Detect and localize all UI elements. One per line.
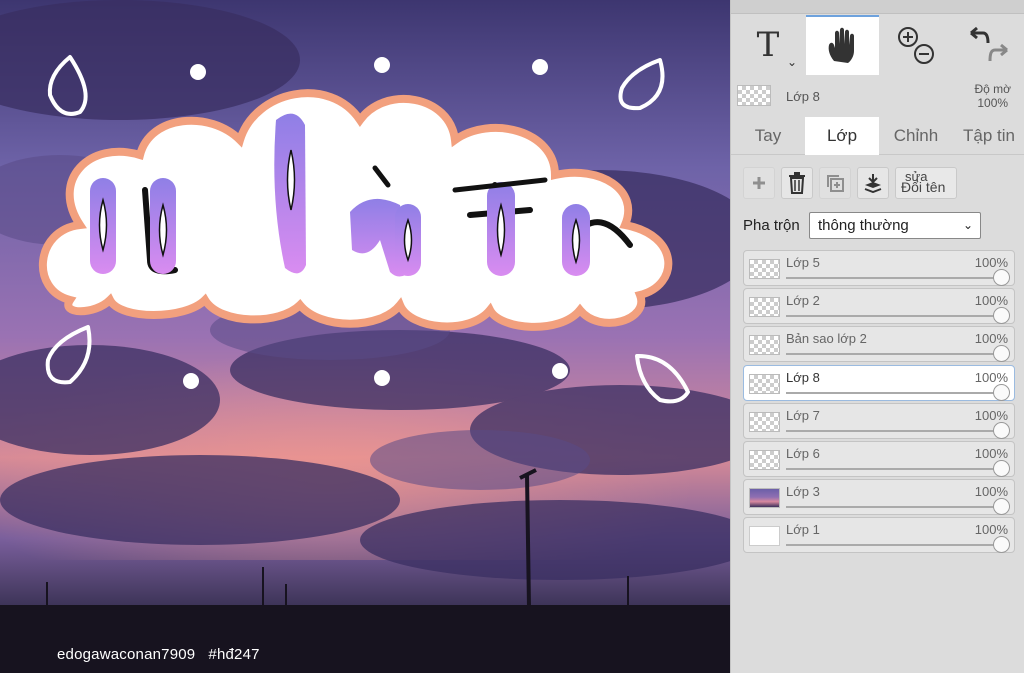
duplicate-layer-button[interactable] bbox=[819, 167, 851, 199]
undo-redo-icon bbox=[970, 26, 1008, 62]
opacity-slider-track[interactable] bbox=[786, 506, 1002, 509]
tab-layer[interactable]: Lớp bbox=[805, 117, 879, 155]
layer-opacity: 100% bbox=[974, 522, 1008, 538]
layer-item-lop-2[interactable]: Lớp 2 100% bbox=[743, 288, 1015, 325]
opacity-slider-track[interactable] bbox=[786, 277, 1002, 279]
layer-name: Lớp 1 bbox=[786, 522, 820, 538]
opacity-slider-track[interactable] bbox=[786, 544, 1002, 547]
layer-item-lop-5[interactable]: Lớp 5 100% bbox=[743, 250, 1015, 286]
current-layer-info: Lớp 8 Độ mờ 100% bbox=[731, 76, 1024, 116]
undo-redo-button[interactable] bbox=[953, 15, 1024, 75]
layer-name: Lớp 6 bbox=[786, 445, 820, 461]
tool-bar: T ⌄ bbox=[731, 15, 1024, 75]
merge-down-button[interactable] bbox=[857, 167, 889, 199]
blend-mode-row: Pha trộn thông thường ⌄ bbox=[743, 212, 1013, 240]
opacity-label: Độ mờ bbox=[974, 82, 1011, 96]
panel-top-strip bbox=[731, 0, 1024, 14]
layer-item-lop-7[interactable]: Lớp 7 100% bbox=[743, 402, 1015, 439]
layer-name: Bản sao lớp 2 bbox=[786, 331, 867, 347]
layer-opacity: 100% bbox=[974, 445, 1008, 461]
layer-opacity: 100% bbox=[974, 331, 1008, 347]
opacity-slider-knob[interactable] bbox=[993, 421, 1010, 439]
layer-name: Lớp 3 bbox=[786, 484, 820, 500]
panel-tabs: Tay Lớp Chỉnh Tập tin bbox=[731, 117, 1024, 155]
text-tool-icon: T bbox=[756, 25, 780, 65]
opacity-slider-track[interactable] bbox=[786, 467, 1002, 470]
artwork bbox=[0, 0, 730, 673]
side-panel: T ⌄ Lớp 8 Độ mờ 100% Tay Lớp Chỉnh Tập t… bbox=[730, 0, 1024, 673]
trash-icon bbox=[789, 172, 805, 194]
chevron-down-icon[interactable]: ⌄ bbox=[787, 55, 797, 69]
zoom-in-out-icon bbox=[898, 27, 934, 64]
layer-opacity: 100% bbox=[974, 293, 1008, 309]
hand-icon bbox=[828, 27, 854, 63]
rename-layer-button[interactable]: sửa Đổi tên bbox=[895, 167, 957, 199]
opacity-slider-knob[interactable] bbox=[993, 307, 1010, 325]
hand-tool-button[interactable] bbox=[806, 15, 879, 75]
blend-mode-label: Pha trộn bbox=[743, 217, 800, 234]
opacity-slider-track[interactable] bbox=[786, 391, 1002, 394]
layer-thumbnail bbox=[749, 373, 780, 394]
merge-down-icon bbox=[864, 174, 882, 193]
layer-thumbnail bbox=[749, 449, 780, 470]
tab-hand[interactable]: Tay bbox=[731, 117, 805, 155]
zoom-tool-button[interactable] bbox=[881, 15, 951, 75]
layer-item-ban-sao-lop-2[interactable]: Bản sao lớp 2 100% bbox=[743, 326, 1015, 363]
layer-name: Lớp 7 bbox=[786, 407, 820, 423]
rename-label: Đổi tên bbox=[901, 179, 946, 195]
layer-item-lop-8[interactable]: Lớp 8 100% bbox=[743, 364, 1015, 401]
layer-name: Lớp 8 bbox=[786, 369, 820, 385]
delete-layer-button[interactable] bbox=[781, 167, 813, 199]
opacity-slider-track[interactable] bbox=[786, 429, 1002, 432]
opacity-slider-knob[interactable] bbox=[993, 345, 1010, 363]
layer-thumbnail bbox=[749, 526, 780, 547]
tab-adjust[interactable]: Chỉnh bbox=[879, 117, 953, 155]
current-layer-name: Lớp 8 bbox=[786, 89, 820, 104]
opacity-slider-knob[interactable] bbox=[993, 536, 1010, 554]
opacity-slider-knob[interactable] bbox=[993, 269, 1010, 286]
opacity-slider-knob[interactable] bbox=[993, 459, 1010, 477]
layer-item-lop-3[interactable]: Lớp 3 100% bbox=[743, 479, 1015, 516]
layer-thumbnail bbox=[749, 259, 780, 279]
layer-opacity: 100% bbox=[974, 407, 1008, 423]
layer-opacity: 100% bbox=[974, 255, 1008, 270]
opacity-slider-knob[interactable] bbox=[993, 383, 1010, 401]
layer-thumbnail bbox=[749, 297, 780, 318]
opacity-value: 100% bbox=[977, 96, 1009, 110]
layer-name: Lớp 2 bbox=[786, 293, 820, 309]
add-layer-button[interactable] bbox=[743, 167, 775, 199]
layer-thumbnail bbox=[749, 335, 780, 356]
opacity-slider-knob[interactable] bbox=[993, 498, 1010, 516]
watermark-text: edogawaconan7909 #hđ247 bbox=[57, 646, 260, 663]
layer-thumbnail bbox=[749, 488, 780, 509]
layer-opacity: 100% bbox=[974, 369, 1008, 385]
layer-item-lop-6[interactable]: Lớp 6 100% bbox=[743, 440, 1015, 477]
drawing-canvas[interactable]: edogawaconan7909 #hđ247 bbox=[0, 0, 730, 673]
chevron-down-icon: ⌄ bbox=[962, 218, 973, 232]
current-layer-opacity[interactable]: Độ mờ 100% bbox=[974, 82, 1011, 110]
blend-mode-value: thông thường bbox=[818, 217, 909, 234]
opacity-slider-track[interactable] bbox=[786, 353, 1002, 356]
layer-opacity: 100% bbox=[974, 484, 1008, 500]
duplicate-icon bbox=[827, 175, 844, 192]
layer-name: Lớp 5 bbox=[786, 255, 820, 270]
layer-item-lop-1[interactable]: Lớp 1 100% bbox=[743, 517, 1015, 554]
text-tool-button[interactable]: T ⌄ bbox=[731, 15, 805, 75]
opacity-slider-track[interactable] bbox=[786, 315, 1002, 318]
current-layer-thumbnail bbox=[737, 85, 771, 106]
layer-thumbnail bbox=[749, 411, 780, 432]
plus-icon bbox=[753, 177, 765, 189]
blend-mode-select[interactable]: thông thường ⌄ bbox=[809, 212, 981, 239]
tab-file[interactable]: Tập tin bbox=[953, 117, 1024, 155]
layer-list: Lớp 5 100% Lớp 2 100% Bản sao lớp 2 100%… bbox=[743, 250, 1015, 556]
